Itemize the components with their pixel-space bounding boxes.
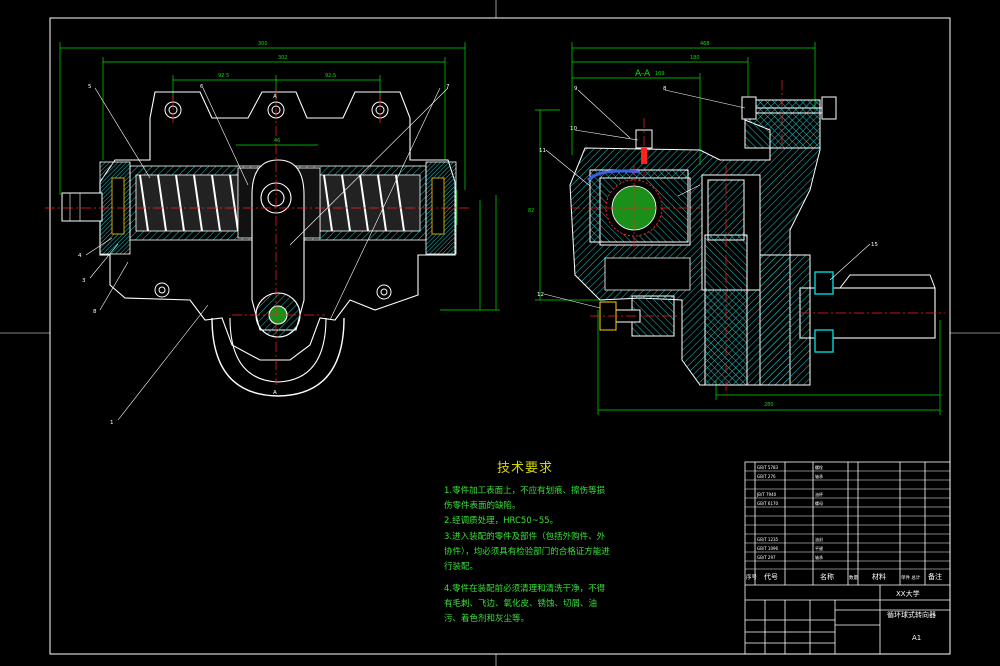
tech-requirement-2: 2.经调质处理，HRC50~55。 bbox=[444, 516, 559, 526]
svg-text:12: 12 bbox=[537, 292, 544, 298]
svg-text:油杯: 油杯 bbox=[815, 491, 823, 497]
svg-text:180: 180 bbox=[690, 55, 700, 61]
sheet-size: A1 bbox=[912, 634, 921, 642]
svg-text:82: 82 bbox=[528, 208, 534, 214]
svg-text:A: A bbox=[273, 94, 277, 100]
svg-text:11: 11 bbox=[539, 148, 546, 154]
svg-text:468: 468 bbox=[700, 41, 710, 47]
col-material: 材料 bbox=[872, 572, 886, 581]
drawing-name: 循环球式转向器 bbox=[887, 610, 936, 619]
tech-requirement-1: 1.零件加工表面上，不应有划痕、擦伤等损伤零件表面的缺陷。 bbox=[444, 486, 606, 511]
parts-list-rows bbox=[745, 470, 950, 570]
svg-text:5: 5 bbox=[88, 84, 92, 90]
svg-text:GB/T 1235: GB/T 1235 bbox=[757, 537, 779, 542]
svg-text:3: 3 bbox=[82, 278, 86, 284]
svg-text:GB/T 5783: GB/T 5783 bbox=[757, 465, 779, 470]
sector-arm bbox=[251, 159, 305, 338]
svg-text:A: A bbox=[273, 390, 277, 396]
svg-text:6: 6 bbox=[200, 84, 204, 90]
title-block-labels: 序号 代号 名称 数量 材料 单件 总计 备注 XX大学 循环球式转向器 A1 bbox=[746, 572, 942, 642]
school-name: XX大学 bbox=[896, 589, 920, 598]
svg-text:9: 9 bbox=[574, 86, 578, 92]
col-qty: 数量 bbox=[849, 574, 858, 581]
col-name: 名称 bbox=[820, 572, 834, 581]
title-block bbox=[744, 461, 951, 655]
svg-text:46: 46 bbox=[274, 138, 280, 144]
svg-text:8: 8 bbox=[663, 86, 667, 92]
col-code: 代号 bbox=[764, 572, 778, 581]
col-remark: 备注 bbox=[928, 572, 942, 581]
ball-nut bbox=[586, 169, 689, 243]
section-label: A-A bbox=[635, 69, 651, 79]
svg-text:GB/T 6170: GB/T 6170 bbox=[757, 501, 779, 506]
svg-text:GB/T 1096: GB/T 1096 bbox=[757, 546, 779, 551]
svg-text:油封: 油封 bbox=[815, 536, 823, 542]
svg-text:GB/T 297: GB/T 297 bbox=[757, 555, 776, 560]
svg-text:1: 1 bbox=[110, 420, 114, 426]
svg-text:轴承: 轴承 bbox=[815, 473, 823, 479]
svg-text:15: 15 bbox=[871, 242, 878, 248]
front-view: 300 302 92.5 92.5 46 5 6 7 4 3 8 1 A A bbox=[45, 41, 500, 426]
svg-text:螺栓: 螺栓 bbox=[815, 464, 823, 470]
svg-text:GB/T 276: GB/T 276 bbox=[757, 474, 776, 479]
svg-text:280: 280 bbox=[764, 402, 774, 408]
svg-text:4: 4 bbox=[78, 253, 82, 259]
tech-requirement-3: 3.进入装配的零件及部件（包括外购件、外协件），均必须具有检验部门的合格证方能进… bbox=[444, 532, 610, 572]
tech-requirements-title: 技术要求 bbox=[497, 461, 554, 476]
svg-text:7: 7 bbox=[446, 84, 450, 90]
svg-text:302: 302 bbox=[278, 55, 288, 61]
svg-text:10: 10 bbox=[570, 126, 577, 132]
section-view: 468 180 109 82 280 A-A 9 8 10 11 15 12 bbox=[528, 41, 945, 415]
svg-text:109: 109 bbox=[655, 71, 665, 77]
svg-text:300: 300 bbox=[258, 41, 268, 47]
svg-text:92.5: 92.5 bbox=[325, 73, 336, 79]
tech-requirement-4: 4.零件在装配前必须清理和清洗干净，不得有毛刺、飞边、氧化皮、锈蚀、切屑、油污、… bbox=[444, 584, 606, 624]
svg-text:92.5: 92.5 bbox=[218, 73, 229, 79]
svg-text:螺母: 螺母 bbox=[815, 500, 823, 506]
col-no: 序号 bbox=[746, 573, 758, 581]
col-weight: 单件 总计 bbox=[901, 574, 921, 581]
svg-text:平键: 平键 bbox=[815, 545, 823, 551]
svg-text:8: 8 bbox=[93, 309, 97, 315]
svg-text:轴承: 轴承 bbox=[815, 554, 823, 560]
sector-shaft bbox=[704, 179, 936, 386]
svg-text:JB/T 7940: JB/T 7940 bbox=[756, 492, 777, 497]
